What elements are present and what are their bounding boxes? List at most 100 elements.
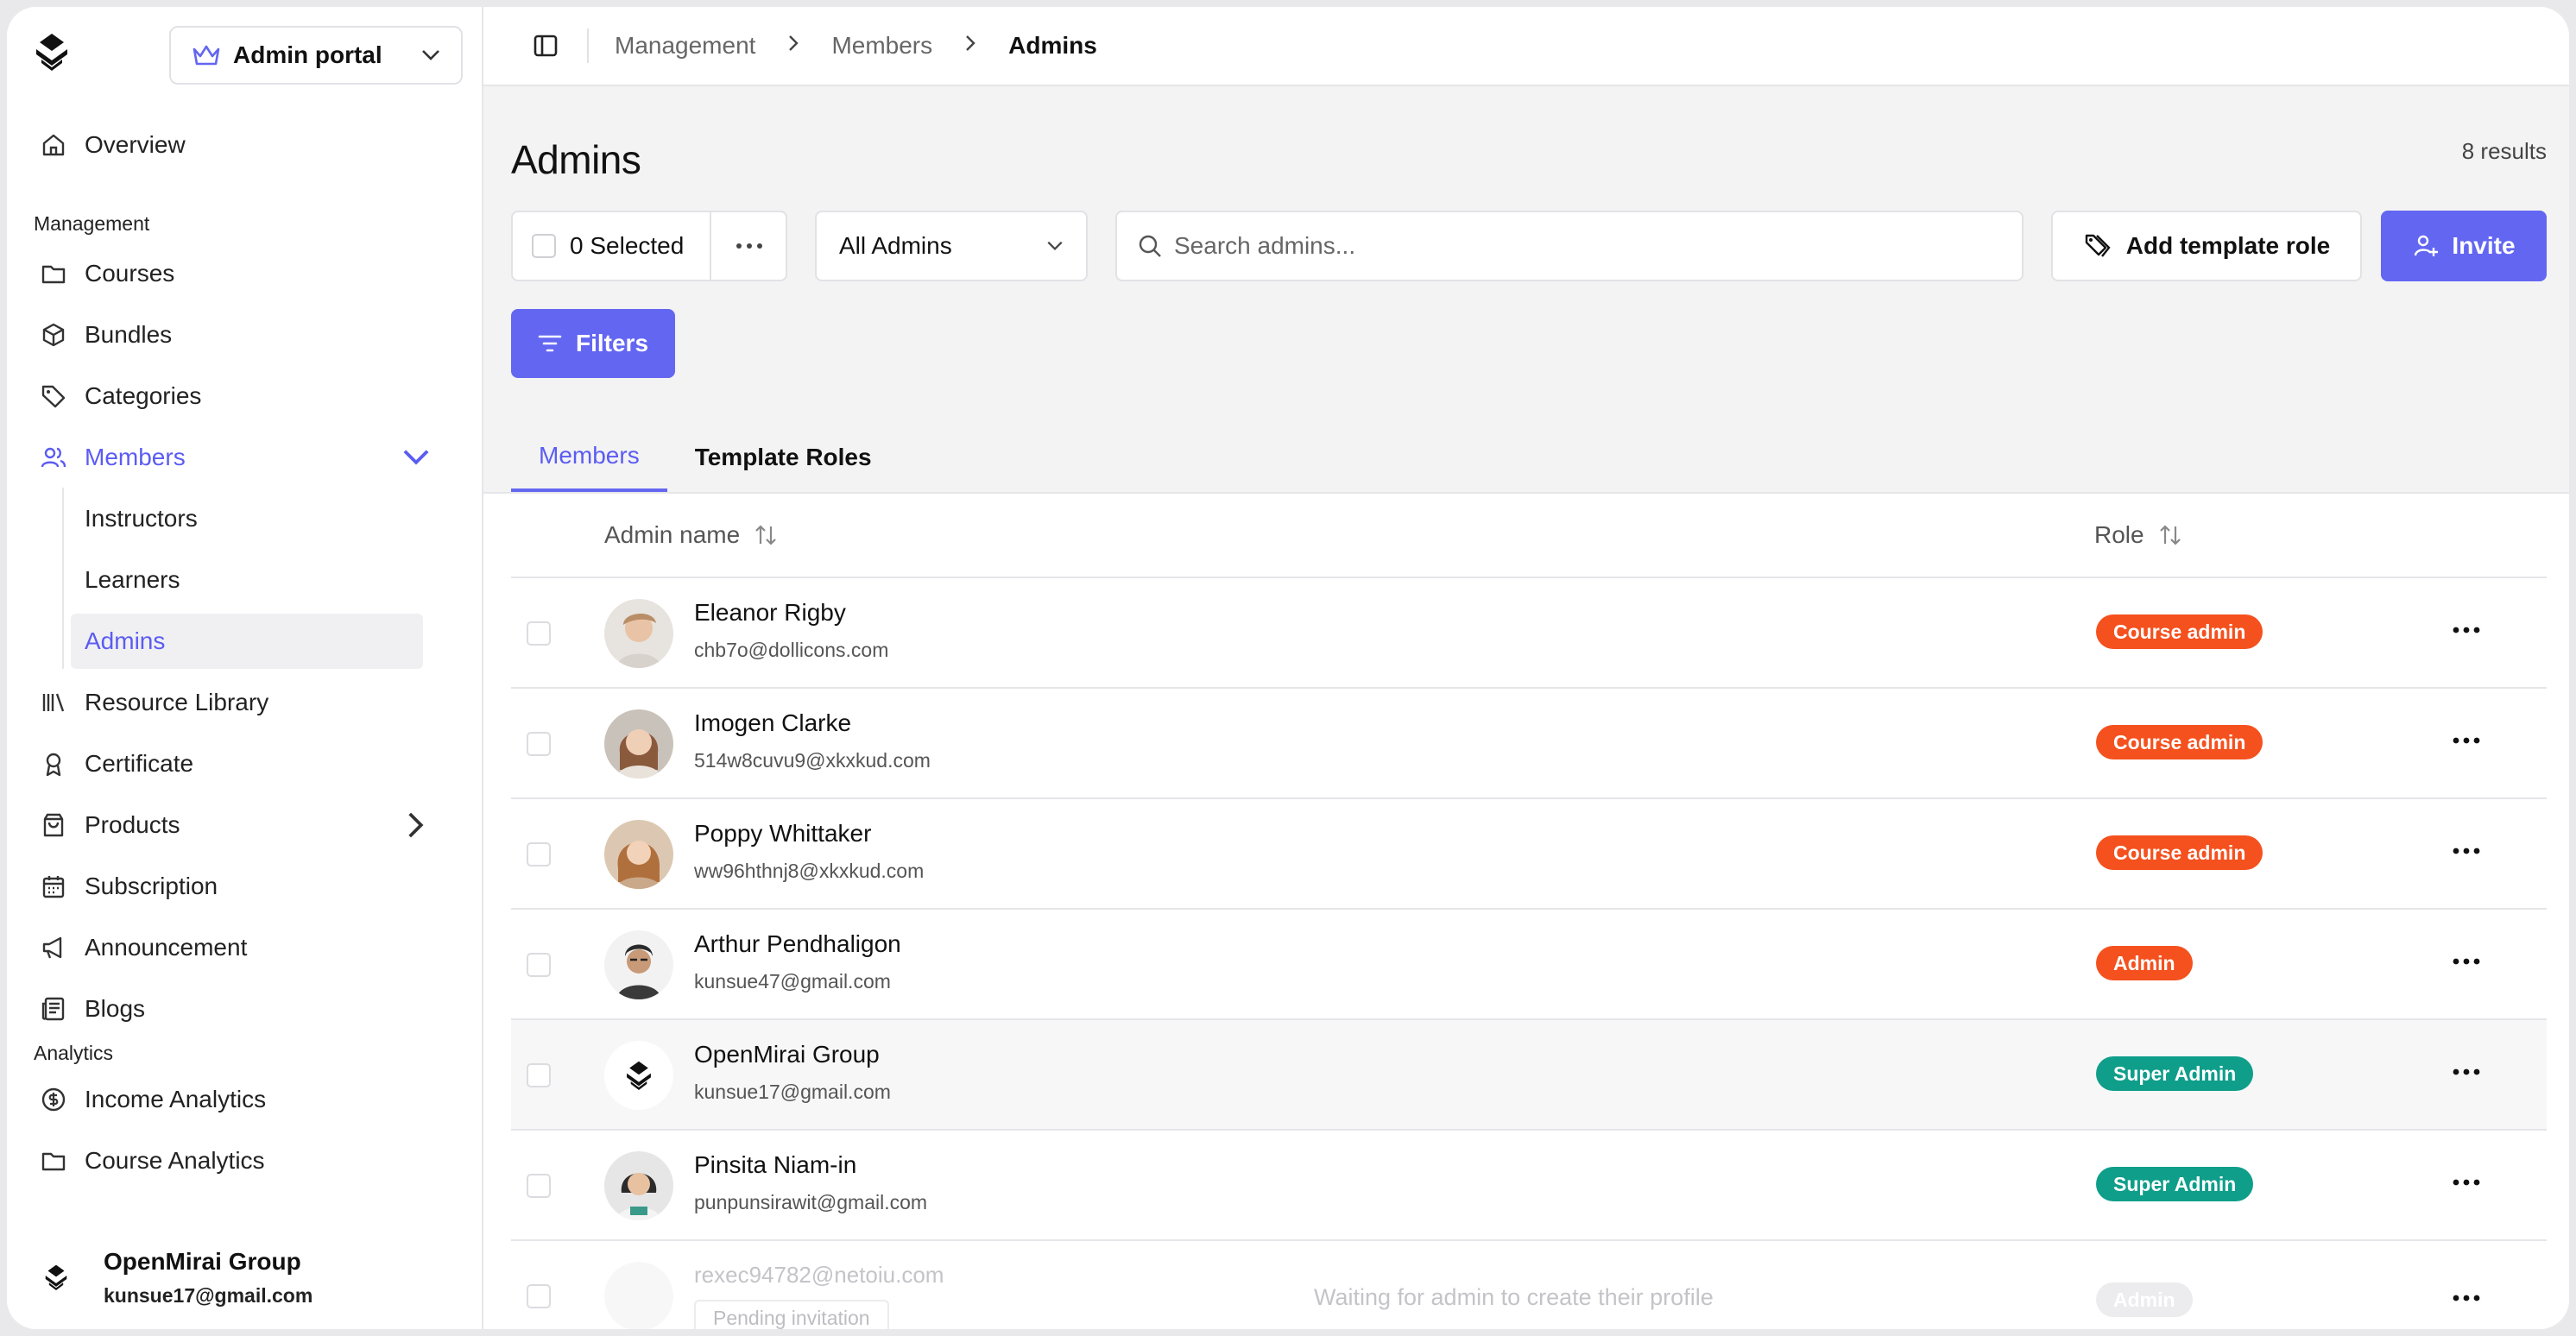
table-row[interactable]: Arthur Pendhaligon kunsue47@gmail.com Ad… bbox=[511, 910, 2547, 1020]
chevron-right-icon bbox=[408, 812, 424, 837]
sidebar-item-income-analytics[interactable]: Income Analytics bbox=[7, 1068, 482, 1130]
user-plus-icon bbox=[2415, 235, 2439, 256]
row-actions-button[interactable] bbox=[2445, 834, 2488, 868]
breadcrumb-members[interactable]: Members bbox=[831, 32, 932, 60]
sort-icon bbox=[755, 525, 776, 545]
sidebar-nav: Overview Management Courses Bundles Cate… bbox=[7, 97, 482, 1191]
chevron-down-icon bbox=[422, 50, 439, 60]
role-badge: Admin bbox=[2096, 946, 2193, 980]
table-row[interactable]: Imogen Clarke 514w8cuvu9@xkxkud.com Cour… bbox=[511, 689, 2547, 799]
admin-name: OpenMirai Group bbox=[694, 1041, 880, 1068]
row-actions-button[interactable] bbox=[2445, 723, 2488, 758]
row-checkbox[interactable] bbox=[527, 1284, 551, 1308]
sidebar-item-instructors[interactable]: Instructors bbox=[7, 488, 482, 549]
sidebar-item-announcement[interactable]: Announcement bbox=[7, 917, 482, 978]
table-row[interactable]: OpenMirai Group kunsue17@gmail.com Super… bbox=[511, 1020, 2547, 1131]
role-badge: Course admin bbox=[2096, 725, 2263, 759]
more-horizontal-icon bbox=[2453, 848, 2480, 854]
search-box bbox=[1115, 211, 2024, 281]
bulk-select: 0 Selected bbox=[511, 211, 787, 281]
sidebar: Admin portal Overview Management Courses… bbox=[7, 7, 483, 1329]
avatar-placeholder bbox=[604, 1262, 673, 1329]
sort-role[interactable]: Role bbox=[2094, 494, 2182, 577]
avatar bbox=[604, 709, 673, 778]
row-checkbox[interactable] bbox=[527, 732, 551, 756]
admin-name: Imogen Clarke bbox=[694, 709, 852, 736]
home-icon bbox=[42, 134, 65, 155]
box-icon bbox=[42, 323, 65, 346]
search-input[interactable] bbox=[1174, 232, 1951, 260]
row-checkbox[interactable] bbox=[527, 1063, 551, 1087]
table-row-pending[interactable]: rexec94782@netoiu.com Pending invitation… bbox=[511, 1241, 2547, 1329]
sort-icon bbox=[2159, 525, 2181, 545]
org-logo-icon bbox=[627, 1061, 651, 1090]
section-management: Management bbox=[34, 212, 150, 235]
chevron-down-icon bbox=[403, 449, 429, 464]
sidebar-toggle-icon[interactable] bbox=[532, 32, 559, 60]
portal-switcher[interactable]: Admin portal bbox=[169, 26, 463, 85]
row-checkbox[interactable] bbox=[527, 842, 551, 867]
row-checkbox[interactable] bbox=[527, 1174, 551, 1198]
page-title: Admins bbox=[511, 137, 641, 182]
row-actions-button[interactable] bbox=[2445, 1281, 2488, 1315]
sidebar-item-overview[interactable]: Overview bbox=[7, 114, 482, 175]
sidebar-item-certificate[interactable]: Certificate bbox=[7, 733, 482, 794]
filters-button[interactable]: Filters bbox=[511, 309, 675, 378]
role-badge: Super Admin bbox=[2096, 1056, 2254, 1091]
row-actions-button[interactable] bbox=[2445, 1055, 2488, 1089]
sidebar-item-resource-library[interactable]: Resource Library bbox=[7, 671, 482, 733]
tab-members[interactable]: Members bbox=[511, 423, 667, 492]
admin-email: punpunsirawit@gmail.com bbox=[694, 1191, 928, 1213]
megaphone-icon bbox=[42, 936, 62, 958]
sidebar-user[interactable]: OpenMirai Group kunsue17@gmail.com bbox=[7, 1226, 482, 1329]
user-email: kunsue17@gmail.com bbox=[104, 1283, 313, 1307]
breadcrumb-management[interactable]: Management bbox=[615, 32, 755, 60]
sidebar-item-blogs[interactable]: Blogs bbox=[7, 978, 482, 1039]
sidebar-item-products[interactable]: Products bbox=[7, 794, 482, 855]
org-logo-icon bbox=[45, 1264, 67, 1290]
shopping-bag-icon bbox=[43, 813, 64, 836]
sidebar-item-learners[interactable]: Learners bbox=[7, 549, 482, 610]
avatar bbox=[604, 820, 673, 889]
filter-lines-icon bbox=[538, 335, 562, 352]
avatar bbox=[604, 930, 673, 999]
sidebar-item-subscription[interactable]: Subscription bbox=[7, 855, 482, 917]
avatar bbox=[604, 1041, 673, 1110]
pending-status-badge: Pending invitation bbox=[694, 1300, 889, 1329]
table-row[interactable]: Eleanor Rigby chb7o@dollicons.com Course… bbox=[511, 578, 2547, 689]
selected-count: 0 Selected bbox=[570, 232, 685, 259]
sidebar-item-courses[interactable]: Courses bbox=[7, 243, 482, 304]
sidebar-item-course-analytics[interactable]: Course Analytics bbox=[7, 1130, 482, 1191]
table-row[interactable]: Poppy Whittaker ww96hthnj8@xkxkud.com Co… bbox=[511, 799, 2547, 910]
row-actions-button[interactable] bbox=[2445, 944, 2488, 979]
add-template-role-button[interactable]: Add template role bbox=[2051, 211, 2362, 281]
row-checkbox[interactable] bbox=[527, 953, 551, 977]
dollar-circle-icon bbox=[41, 1087, 66, 1111]
role-badge: Course admin bbox=[2096, 614, 2263, 649]
topbar: Management Members Admins bbox=[483, 7, 2569, 86]
role-badge: Super Admin bbox=[2096, 1167, 2254, 1201]
row-actions-button[interactable] bbox=[2445, 613, 2488, 647]
row-actions-button[interactable] bbox=[2445, 1165, 2488, 1200]
sidebar-item-categories[interactable]: Categories bbox=[7, 365, 482, 426]
sidebar-item-admins[interactable]: Admins bbox=[71, 614, 423, 669]
bulk-actions-button[interactable] bbox=[710, 212, 789, 280]
admin-name: Pinsita Niam-in bbox=[694, 1151, 857, 1178]
avatar bbox=[604, 599, 673, 668]
sidebar-item-members[interactable]: Members bbox=[7, 426, 482, 488]
chevron-down-icon bbox=[1047, 241, 1063, 251]
avatar bbox=[604, 1151, 673, 1220]
tab-template-roles[interactable]: Template Roles bbox=[667, 423, 900, 492]
select-all-checkbox[interactable] bbox=[532, 234, 556, 258]
table-header: Admin name Role bbox=[511, 494, 2547, 578]
sidebar-item-bundles[interactable]: Bundles bbox=[7, 304, 482, 365]
invite-button[interactable]: Invite bbox=[2381, 211, 2547, 281]
admin-filter-select[interactable]: All Admins bbox=[815, 211, 1088, 281]
sort-admin-name[interactable]: Admin name bbox=[604, 494, 778, 577]
row-checkbox[interactable] bbox=[527, 621, 551, 646]
crown-icon bbox=[193, 45, 220, 66]
table-row[interactable]: Pinsita Niam-in punpunsirawit@gmail.com … bbox=[511, 1131, 2547, 1241]
more-horizontal-icon bbox=[736, 243, 762, 249]
app-logo-icon[interactable] bbox=[29, 29, 74, 74]
admin-name: Arthur Pendhaligon bbox=[694, 930, 901, 957]
